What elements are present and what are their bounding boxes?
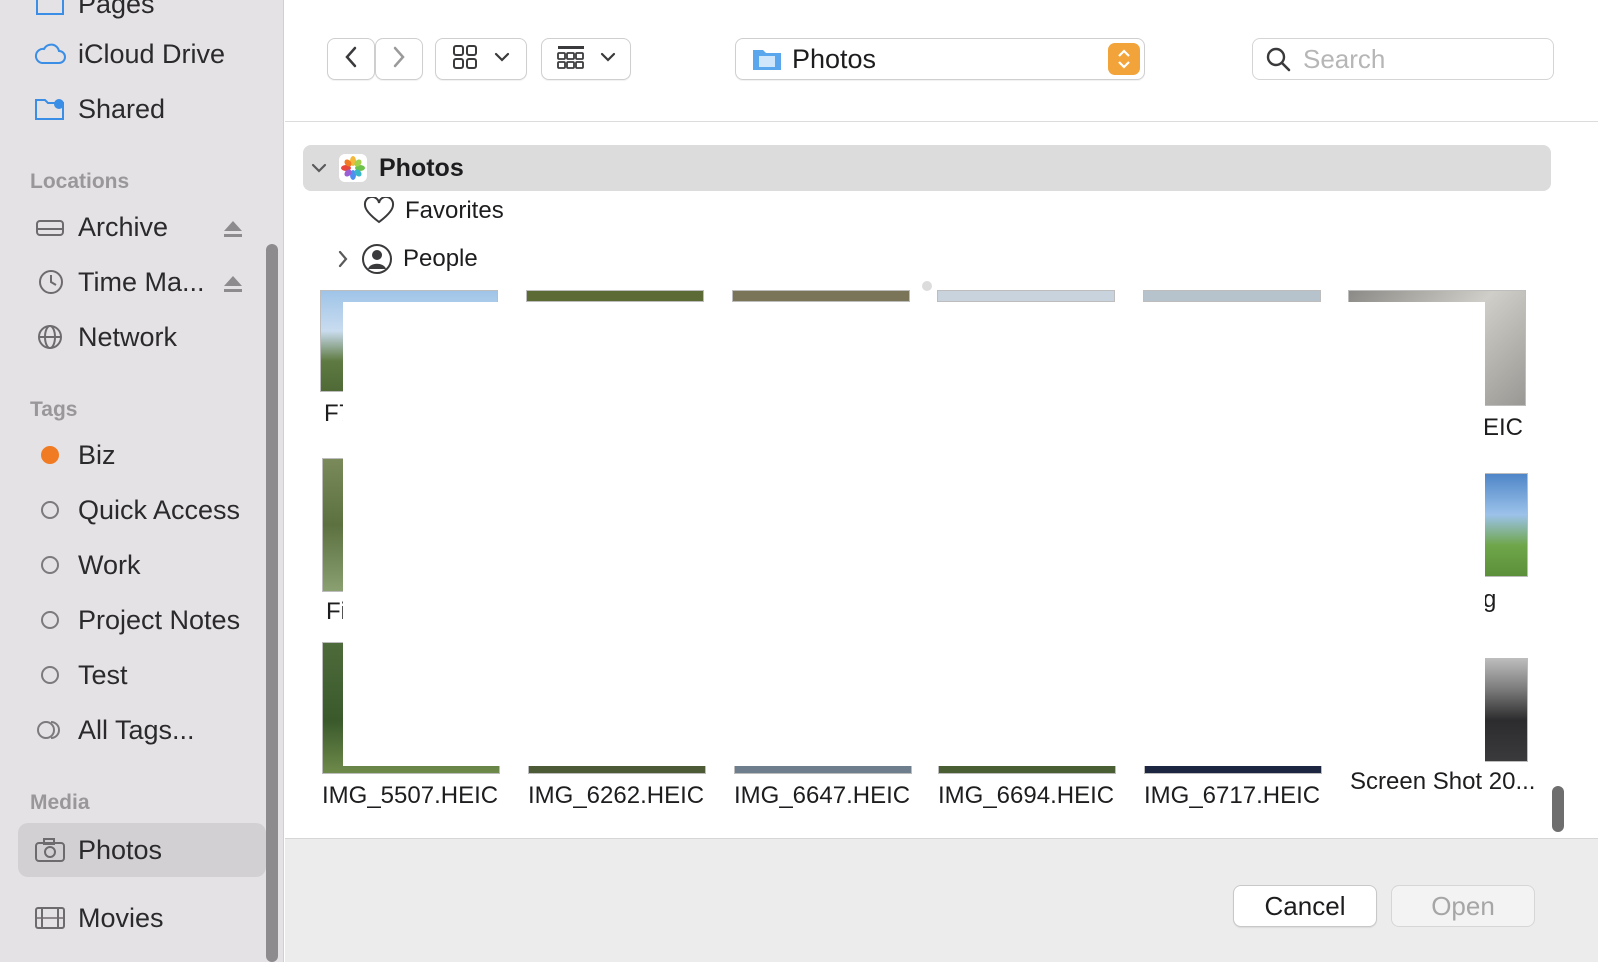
view-mode-button[interactable] <box>435 38 527 80</box>
sidebar-item-icloud-drive[interactable]: iCloud Drive <box>18 30 266 78</box>
search-input[interactable] <box>1303 43 1543 75</box>
sidebar-item-tag-quick-access[interactable]: Quick Access <box>18 486 266 534</box>
sidebar-item-time-machine[interactable]: Time Ma... <box>18 258 266 306</box>
tree-row-people[interactable]: People <box>337 243 478 275</box>
sidebar-item-label: Pages <box>78 0 155 19</box>
tree-label-people: People <box>403 245 478 272</box>
thumbnail[interactable] <box>937 290 1115 302</box>
tag-dot-icon <box>34 604 66 636</box>
tree-row-favorites[interactable]: Favorites <box>363 197 504 225</box>
sidebar-item-tag-biz[interactable]: Biz <box>18 431 266 479</box>
grid-view-icon <box>452 44 478 75</box>
person-icon <box>361 243 393 275</box>
sidebar-item-label: Archive <box>78 211 169 242</box>
shared-folder-icon <box>34 93 66 125</box>
sidebar-item-label: All Tags... <box>78 714 195 745</box>
all-tags-icon <box>34 714 66 746</box>
eject-icon[interactable] <box>222 270 244 301</box>
file-name-partial: EIC <box>1483 414 1524 441</box>
sidebar-item-label: Time Ma... <box>78 266 205 297</box>
content-scrollbar[interactable] <box>1552 786 1564 832</box>
file-name: IMG_5507.HEIC <box>322 782 499 809</box>
sidebar-item-label: Photos <box>78 834 163 865</box>
sidebar-item-photos[interactable]: Photos <box>18 823 266 877</box>
cloud-icon <box>34 38 66 70</box>
sidebar: Pages iCloud Drive Shared Locations Arch… <box>0 0 284 962</box>
photos-app-icon <box>339 154 367 182</box>
sidebar-item-label: iCloud Drive <box>78 38 226 69</box>
tree-label-photos: Photos <box>379 153 464 182</box>
drive-icon <box>34 211 66 243</box>
chevron-right-icon[interactable] <box>337 249 349 269</box>
group-by-button[interactable] <box>541 38 631 80</box>
thumbnail[interactable] <box>526 290 704 302</box>
file-name: IMG_6647.HEIC <box>734 782 911 809</box>
toolbar: Photos <box>285 0 1598 122</box>
chevron-down-icon <box>600 50 616 68</box>
sidebar-item-label: Movies <box>78 902 164 933</box>
sidebar-item-tag-work[interactable]: Work <box>18 541 266 589</box>
folder-icon <box>752 46 782 72</box>
updown-icon <box>1108 43 1140 75</box>
sidebar-item-tag-test[interactable]: Test <box>18 651 266 699</box>
location-label: Photos <box>792 43 877 74</box>
tag-dot-icon <box>34 659 66 691</box>
drop-indicator <box>922 281 932 291</box>
sidebar-item-label: Network <box>78 321 178 352</box>
sidebar-item-shared[interactable]: Shared <box>18 85 266 133</box>
chevron-left-icon <box>343 45 359 74</box>
tree-label-favorites: Favorites <box>405 197 504 224</box>
tag-dot-icon <box>34 439 66 471</box>
film-icon <box>34 902 66 934</box>
eject-icon[interactable] <box>222 215 244 246</box>
section-heading-locations: Locations <box>30 170 130 193</box>
sidebar-item-network[interactable]: Network <box>18 313 266 361</box>
sidebar-item-label: Project Notes <box>78 604 241 635</box>
tag-dot-icon <box>34 494 66 526</box>
search-field[interactable] <box>1252 38 1554 80</box>
file-name: IMG_6262.HEIC <box>528 782 705 809</box>
chevron-down-icon <box>494 50 510 68</box>
file-name: Screen Shot 20... <box>1350 768 1536 795</box>
tree-row-photos[interactable]: Photos <box>303 145 1551 191</box>
file-name-partial: g <box>1483 586 1497 613</box>
location-popup[interactable]: Photos <box>735 38 1145 80</box>
thumbnail[interactable] <box>732 290 910 302</box>
thumbnail[interactable] <box>1143 290 1321 302</box>
sidebar-item-pages[interactable]: Pages <box>18 0 266 28</box>
cancel-button[interactable]: Cancel <box>1233 885 1377 927</box>
chevron-down-icon[interactable] <box>311 162 327 174</box>
sidebar-item-tag-project-notes[interactable]: Project Notes <box>18 596 266 644</box>
blank-overlay <box>343 302 1485 766</box>
dialog-footer: Cancel Open <box>285 838 1598 962</box>
tag-dot-icon <box>34 549 66 581</box>
back-button[interactable] <box>327 38 375 80</box>
open-button[interactable]: Open <box>1391 885 1535 927</box>
camera-icon <box>34 834 66 866</box>
group-icon <box>556 44 586 75</box>
heart-icon <box>363 197 395 225</box>
search-icon <box>1265 46 1291 72</box>
sidebar-item-label: Work <box>78 549 141 580</box>
folder-icon <box>34 0 66 20</box>
forward-button[interactable] <box>375 38 423 80</box>
chevron-right-icon <box>391 45 407 74</box>
sidebar-item-label: Test <box>78 659 128 690</box>
sidebar-item-label: Biz <box>78 439 116 470</box>
sidebar-item-label: Shared <box>78 93 166 124</box>
time-machine-icon <box>34 266 66 298</box>
sidebar-scrollbar[interactable] <box>266 244 278 962</box>
section-heading-tags: Tags <box>30 398 78 421</box>
globe-icon <box>34 321 66 353</box>
file-browser: Photos Search Photos Favorites People F7… <box>285 0 1598 962</box>
file-name: IMG_6717.HEIC <box>1144 782 1321 809</box>
sidebar-item-all-tags[interactable]: All Tags... <box>18 706 266 754</box>
section-heading-media: Media <box>30 791 90 814</box>
file-name: IMG_6694.HEIC <box>938 782 1115 809</box>
sidebar-item-movies[interactable]: Movies <box>18 894 266 942</box>
sidebar-item-archive[interactable]: Archive <box>18 203 266 251</box>
sidebar-item-label: Quick Access <box>78 494 241 525</box>
